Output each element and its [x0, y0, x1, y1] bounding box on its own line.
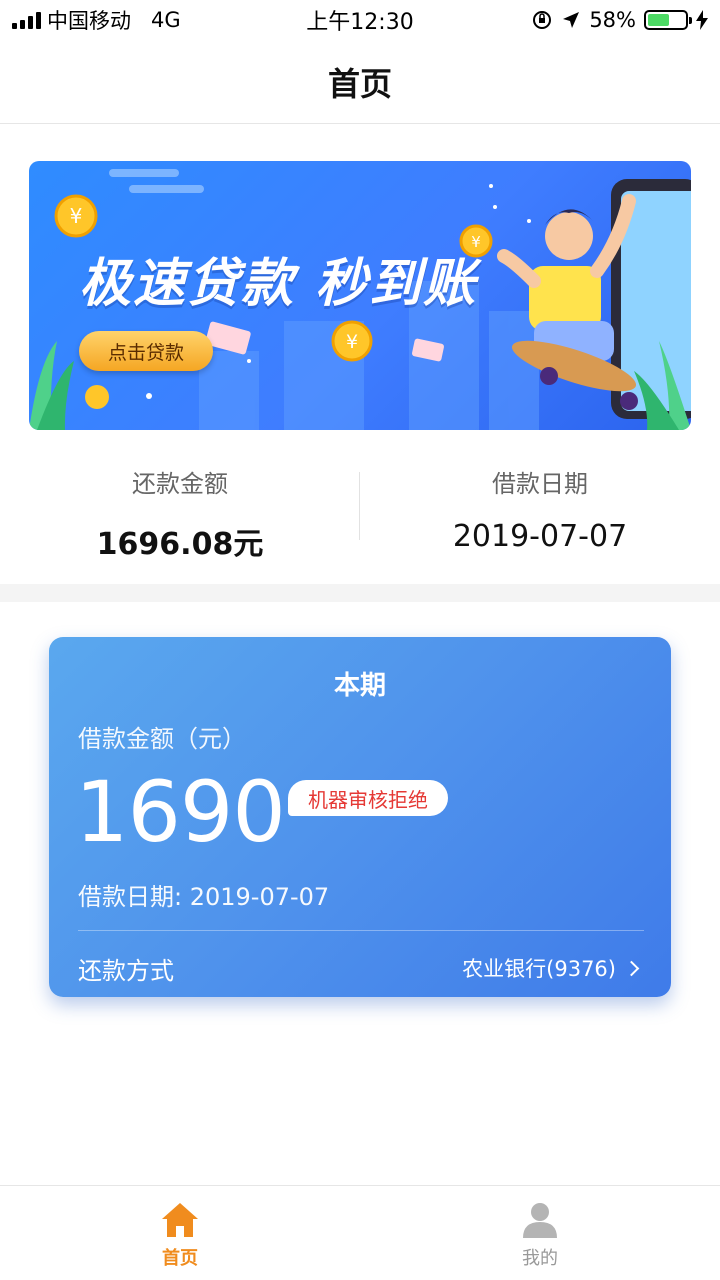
chevron-right-icon	[623, 960, 640, 976]
repay-amount-value: 1696.08元	[96, 527, 264, 562]
loan-date-block: 借款日期 2019-07-07	[360, 440, 720, 584]
promo-banner[interactable]: ¥ ¥ ¥ 极速贷款 秒到账 点击贷款	[29, 161, 691, 430]
nav-bar: 首页	[0, 40, 720, 124]
battery-percent: 58%	[589, 8, 636, 32]
tab-mine[interactable]: 我的	[360, 1186, 720, 1280]
tab-home[interactable]: 首页	[0, 1186, 360, 1280]
battery-fill	[648, 14, 669, 26]
card-title: 本期	[333, 671, 386, 701]
tab-mine-label: 我的	[522, 1248, 558, 1269]
tab-home-label: 首页	[162, 1248, 198, 1269]
repay-method-value: 农业银行(9376)	[462, 957, 616, 981]
repay-method-selector[interactable]: 农业银行(9376)	[462, 953, 640, 983]
charging-icon	[696, 10, 708, 30]
home-icon	[162, 1203, 198, 1237]
current-period-card[interactable]: 本期 借款金额（元） 1690 机器审核拒绝 借款日期: 2019-07-07 …	[49, 637, 671, 997]
card-divider	[78, 930, 644, 931]
page-title: 首页	[327, 64, 392, 103]
repay-method-label: 还款方式	[78, 957, 174, 985]
svg-text:¥: ¥	[346, 331, 358, 353]
repay-amount-block: 还款金额 1696.08元	[0, 440, 360, 584]
location-icon	[563, 12, 580, 28]
apply-loan-button[interactable]: 点击贷款	[79, 331, 213, 371]
loan-amount-label: 借款金额（元）	[78, 725, 246, 753]
network-type: 4G	[151, 8, 181, 32]
battery-icon	[644, 10, 692, 30]
loan-summary: 还款金额 1696.08元 借款日期 2019-07-07	[0, 440, 720, 584]
banner-headline: 极速贷款 秒到账	[79, 254, 478, 314]
loan-amount-value: 1690	[75, 763, 286, 861]
carrier-name: 中国移动	[47, 9, 131, 33]
status-left: 中国移动 4G	[12, 5, 181, 35]
section-divider	[0, 584, 720, 602]
card-loan-date: 借款日期: 2019-07-07	[78, 883, 330, 911]
svg-text:¥: ¥	[70, 204, 83, 228]
tab-bar: 首页 我的	[0, 1185, 720, 1280]
user-icon	[523, 1203, 557, 1238]
loan-date-label: 借款日期	[492, 470, 588, 498]
summary-divider	[359, 472, 360, 540]
status-right: 58%	[531, 8, 708, 32]
loan-date-value: 2019-07-07	[452, 519, 628, 554]
orientation-lock-icon	[533, 11, 552, 29]
repay-amount-label: 还款金额	[132, 470, 228, 498]
status-badge: 机器审核拒绝	[288, 780, 448, 816]
status-bar: 中国移动 4G 上午12:30 58%	[0, 0, 720, 40]
coin-icon: ¥	[54, 194, 98, 238]
signal-icon	[12, 11, 41, 29]
